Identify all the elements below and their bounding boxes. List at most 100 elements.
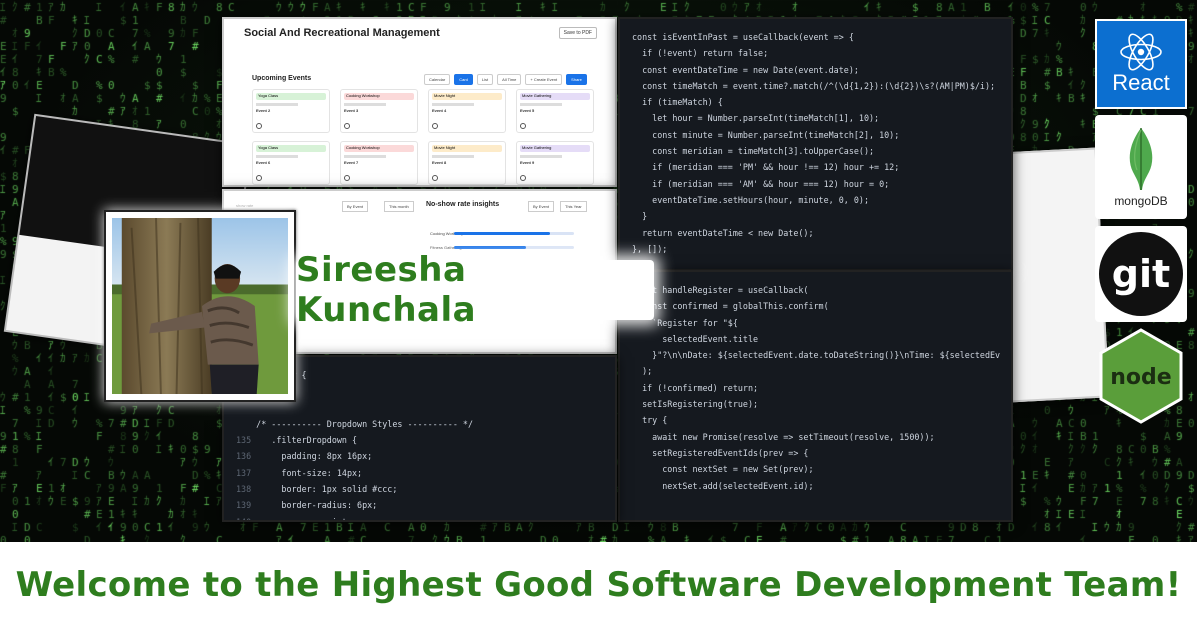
event-date-line <box>432 103 474 106</box>
event-tag: Cooking Workshop <box>344 93 414 100</box>
code-line: 137 font-size: 14px; <box>236 465 615 481</box>
register-radio[interactable] <box>256 123 262 129</box>
event-name: Event 8 <box>432 160 447 165</box>
code-line: setRegisteredEventIds(prev => { <box>632 445 1011 461</box>
code-line: if (meridian === 'AM' && hour === 12) ho… <box>632 176 1011 192</box>
react-logo: React <box>1095 19 1187 109</box>
code-text: const minute = Number.parseInt(timeMatch… <box>632 129 900 140</box>
profile-photo-frame <box>104 210 296 402</box>
code-editor-is-event-in-past: const isEventInPast = useCallback(event … <box>618 17 1013 271</box>
code-line: } <box>632 208 1011 224</box>
code-text: let hour = Number.parseInt(timeMatch[1],… <box>632 113 880 124</box>
event-card[interactable]: Yoga Class Event 2 <box>252 89 330 133</box>
code-line: const meridian = timeMatch[3].toUpperCas… <box>632 143 1011 159</box>
code-line: eventDateTime.setHours(hour, minute, 0, … <box>632 192 1011 208</box>
event-tag: Yoga Class <box>256 93 326 100</box>
code-line: const minute = Number.parseInt(timeMatch… <box>632 127 1011 143</box>
event-card[interactable]: Cooking Workshop Event 7 <box>340 141 418 185</box>
code-line: 136 padding: 8px 16px; <box>236 448 615 464</box>
time-filter-select[interactable]: All Time <box>497 74 522 85</box>
profile-photo <box>112 217 288 395</box>
react-label: React <box>1112 70 1170 95</box>
period-select-left[interactable]: This month <box>384 201 414 212</box>
card-view-button[interactable]: Card <box>454 74 473 85</box>
nodejs-label: node <box>1110 365 1171 390</box>
event-tag: Movie Gathering <box>520 145 590 152</box>
code-text: const handleRegister = useCallback( <box>632 285 809 295</box>
code-text: if (!confirmed) return; <box>632 382 759 393</box>
register-radio[interactable] <box>432 123 438 129</box>
register-radio[interactable] <box>344 123 350 129</box>
code-line: nextSet.add(selectedEvent.id); <box>632 478 1011 494</box>
list-view-button[interactable]: List <box>476 74 494 85</box>
insight-bar-track <box>454 246 574 249</box>
code-text: .filterDropdown { <box>261 435 358 446</box>
name-label: Sireesha Kunchala <box>296 250 654 330</box>
code-line: return eventDateTime < new Date(); <box>632 225 1011 241</box>
event-tag: Movie Night <box>432 93 502 100</box>
code-line: selectedEvent.title <box>632 331 1011 347</box>
save-pdf-button[interactable]: Save to PDF <box>558 27 597 39</box>
react-atom-icon <box>1120 33 1162 71</box>
register-radio[interactable] <box>520 123 526 129</box>
event-date-line <box>432 155 474 158</box>
share-button[interactable]: Share <box>566 74 587 85</box>
period-select-right[interactable]: This Year <box>560 201 587 212</box>
git-label: git <box>1112 252 1170 296</box>
event-card[interactable]: Yoga Class Event 6 <box>252 141 330 185</box>
code-line: 138 border: 1px solid #ccc; <box>236 481 615 497</box>
event-card-grid: Yoga Class Event 2 Cooking Workshop Event 3… <box>252 89 594 185</box>
code-text: /* ---------- Dropdown Styles ----------… <box>246 418 473 429</box>
code-text: }"?\n\nDate: ${selectedEvent.date.toDate… <box>632 350 1001 361</box>
insight-bar-fill <box>454 246 526 249</box>
code-line: const timeMatch = event.time?.match(/^(\… <box>632 78 1011 94</box>
mongodb-logo: mongoDB <box>1095 115 1187 219</box>
insight-bar-track <box>454 232 574 235</box>
code-text: try { <box>632 415 668 426</box>
event-date-line <box>344 155 386 158</box>
line-number: 136 <box>236 451 252 462</box>
create-event-button[interactable]: + Create Event <box>525 74 563 85</box>
git-logo: git <box>1095 226 1187 322</box>
code-line: const eventDateTime = new Date(event.dat… <box>632 62 1011 78</box>
code-text: eventDateTime.setHours(hour, minute, 0, … <box>632 194 869 205</box>
code-line: if (!event) return false; <box>632 45 1011 61</box>
code-text: font-size: 14px; <box>261 467 363 478</box>
code-line: const confirmed = globalThis.confirm( <box>632 298 1011 314</box>
right-faq-screenshot <box>996 147 1110 403</box>
line-number: 135 <box>236 435 252 446</box>
code-line: if (meridian === 'PM' && hour !== 12) ho… <box>632 159 1011 175</box>
code-line: const nextSet = new Set(prev); <box>632 461 1011 477</box>
event-card[interactable]: Movie Night Event 4 <box>428 89 506 133</box>
event-card[interactable]: Movie Gathering Event 5 <box>516 89 594 133</box>
code-line: const isEventInPast = useCallback(event … <box>632 29 1011 45</box>
code-text: ); <box>632 366 653 377</box>
event-card[interactable]: Movie Gathering Event 9 <box>516 141 594 185</box>
event-card[interactable]: Cooking Workshop Event 3 <box>340 89 418 133</box>
event-tag: Movie Gathering <box>520 93 590 100</box>
code-line: if (timeMatch) { <box>632 94 1011 110</box>
event-select-left[interactable]: By Event <box>342 201 369 212</box>
nodejs-hexagon-icon: node <box>1099 328 1183 424</box>
register-radio[interactable] <box>432 175 438 181</box>
code-line: ); <box>632 363 1011 379</box>
event-name: Event 7 <box>344 160 359 165</box>
event-name: Event 9 <box>520 160 535 165</box>
event-card[interactable]: Movie Night Event 8 <box>428 141 506 185</box>
code-line: try { <box>632 412 1011 428</box>
register-radio[interactable] <box>520 175 526 181</box>
code-line: `Register for "${ <box>632 315 1011 331</box>
events-app-screenshot: Social And Recreational Management Save … <box>222 17 617 187</box>
code-text: } <box>632 211 648 222</box>
code-text: const nextSet = new Set(prev); <box>632 464 814 475</box>
register-radio[interactable] <box>256 175 262 181</box>
code-text: nextSet.add(selectedEvent.id); <box>632 480 814 491</box>
upcoming-events-heading: Upcoming Events <box>252 75 312 82</box>
event-select-right[interactable]: By Event <box>528 201 555 212</box>
code-text: if (timeMatch) { <box>632 97 723 108</box>
calendar-view-button[interactable]: Calendar <box>424 74 451 85</box>
code-text: padding: 8px 16px; <box>261 451 373 462</box>
code-text: if (meridian === 'PM' && hour !== 12) ho… <box>632 162 900 173</box>
register-radio[interactable] <box>344 175 350 181</box>
hero-collage: Social And Recreational Management Save … <box>0 0 1197 542</box>
